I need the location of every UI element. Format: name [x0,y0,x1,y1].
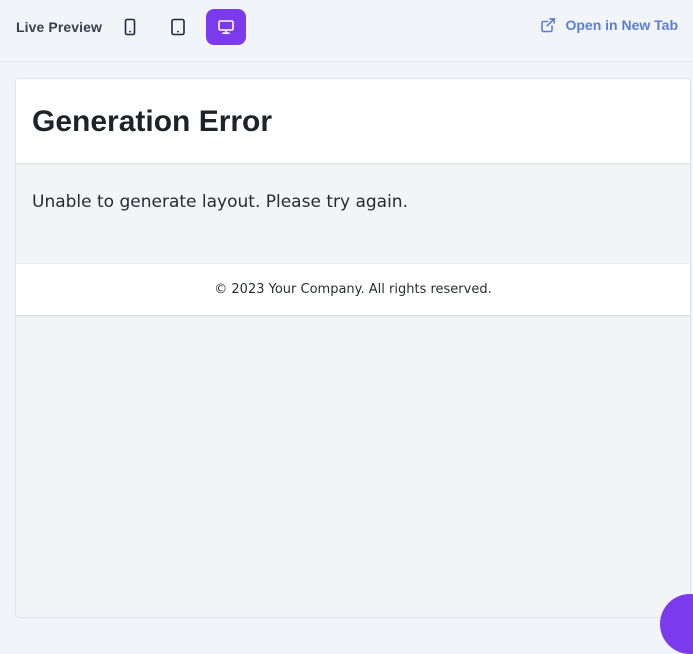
page-title: Generation Error [32,105,273,138]
tablet-icon [171,18,185,36]
error-message: Unable to generate layout. Please try ag… [32,192,408,212]
mobile-view-button[interactable] [110,9,150,45]
toolbar-title: Live Preview [16,19,103,35]
preview-footer: © 2023 Your Company. All rights reserved… [16,263,690,316]
monitor-icon [218,20,234,34]
external-link-icon [541,18,556,33]
open-new-tab-label: Open in New Tab [565,17,678,33]
preview-toolbar: Live Preview Open in New Tab [0,0,693,62]
preview-header: Generation Error [16,79,690,164]
preview-main: Unable to generate layout. Please try ag… [16,164,690,263]
tablet-view-button[interactable] [158,9,198,45]
copyright-text: © 2023 Your Company. All rights reserved… [214,282,492,297]
smartphone-icon [124,18,136,36]
desktop-view-button[interactable] [206,9,246,45]
open-new-tab-link[interactable]: Open in New Tab [540,17,678,33]
preview-frame: Generation Error Unable to generate layo… [15,78,691,618]
